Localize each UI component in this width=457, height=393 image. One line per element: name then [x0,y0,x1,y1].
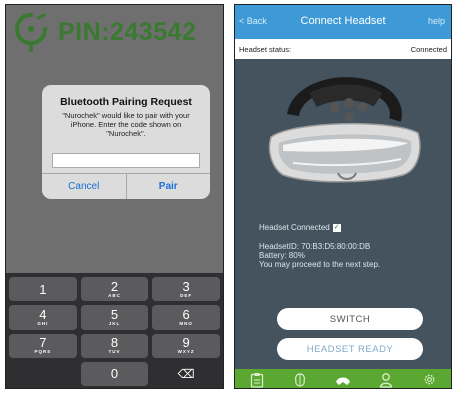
pin-header: PIN:243542 [6,5,223,59]
key-9[interactable]: 9 WXYZ [152,333,220,358]
key-blank [9,362,77,386]
cancel-button[interactable]: Cancel [42,174,127,199]
headset-status-row: Headset status: Connected [235,39,451,59]
key-8[interactable]: 8 TUV [80,333,149,358]
brain-icon[interactable] [290,371,310,389]
connect-headset-screen: < Back Connect Headset help Headset stat… [234,4,452,389]
page-title: Connect Headset [300,15,386,27]
gear-icon[interactable] [419,371,439,389]
battery-level: Battery: 80% [259,251,305,260]
key-0[interactable]: 0 [80,361,149,386]
switch-button[interactable]: SWITCH [277,308,423,330]
headset-image [268,77,421,183]
key-5[interactable]: 5 JKL [80,305,149,330]
key-4[interactable]: 4 GHI [9,305,77,330]
pairing-screen: PIN:243542 Bluetooth Pairing Request "Nu… [5,4,224,389]
pairing-code-input[interactable] [52,153,200,168]
clipboard-icon[interactable] [247,371,267,389]
headset-id: HeadsetID: 70:B3:D5:80:00:DB [259,242,371,251]
tab-bar [235,369,451,389]
connected-text: Headset Connected [259,223,330,232]
numeric-keypad: 1 2 ABC 3 DEF 4 GHI 5 JKL 6 MNO 7 PQRS 8 TUV 9W… [6,273,223,388]
dialog-message: "Nurochek" would like to pair with your … [62,111,190,138]
connected-row: Headset Connected ✓ [259,223,380,232]
nurochek-logo-icon [14,13,47,52]
connection-info: Headset Connected ✓ HeadsetID: 70:B3:D5:… [259,223,380,269]
pair-button[interactable]: Pair [127,174,211,199]
headset-icon[interactable] [333,371,353,389]
key-1[interactable]: 1 [9,277,77,302]
key-6[interactable]: 6 MNO [152,305,220,330]
key-2[interactable]: 2 ABC [80,277,149,302]
status-label: Headset status: [239,44,292,54]
dialog-buttons: Cancel Pair [42,173,210,199]
proceed-message: You may proceed to the next step. [259,260,381,269]
nav-bar: < Back Connect Headset help [235,5,451,39]
key-7[interactable]: 7 PQRS [9,333,77,358]
help-button[interactable]: help [428,16,445,26]
key-3[interactable]: 3 DEF [152,277,220,302]
checkmark-icon: ✓ [332,223,341,232]
dialog-title: Bluetooth Pairing Request [60,96,192,108]
headset-ready-button[interactable]: HEADSET READY [277,338,423,360]
delete-key-icon[interactable]: ⌫ [152,362,220,386]
person-icon[interactable] [376,371,396,389]
status-value: Connected [410,44,447,54]
bluetooth-pairing-dialog: Bluetooth Pairing Request "Nurochek" wou… [42,85,210,199]
pin-code: PIN:243542 [58,17,197,46]
